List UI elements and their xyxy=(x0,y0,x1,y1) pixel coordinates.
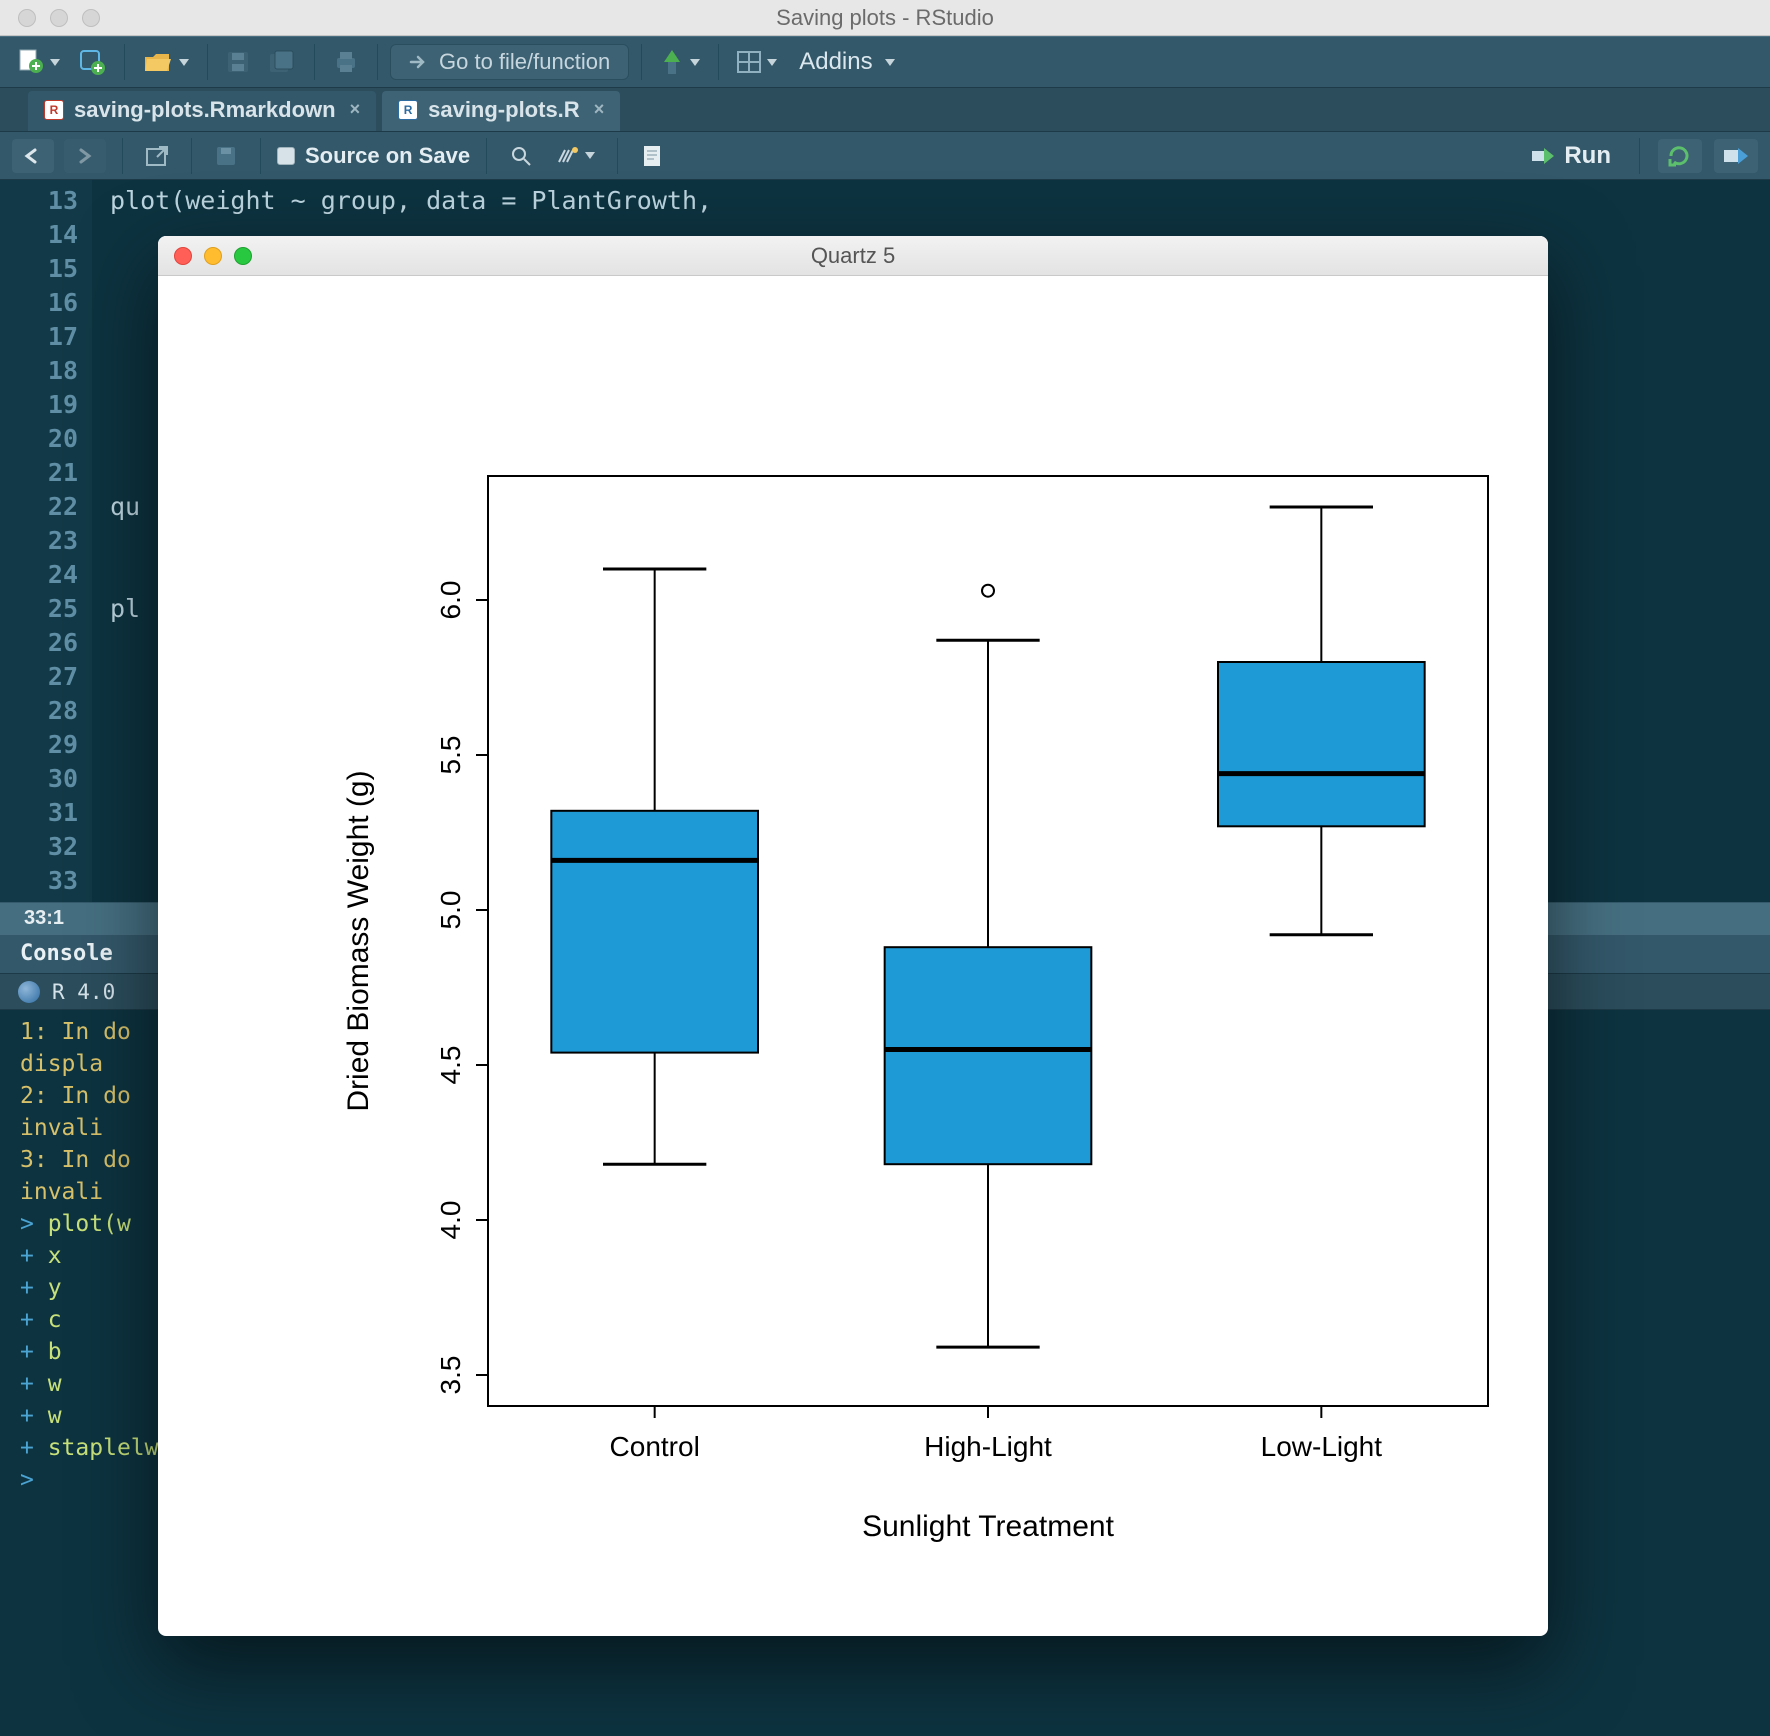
plot-area: 3.5 4.0 4.5 5.0 5.5 6.0 Dried Biomass Weight (… xyxy=(158,276,1548,1636)
quartz-titlebar: Quartz 5 xyxy=(158,236,1548,276)
source-button[interactable] xyxy=(1714,139,1758,173)
goto-placeholder: Go to file/function xyxy=(439,49,610,75)
file-type-icon: R xyxy=(398,100,418,120)
file-tab-label: saving-plots.R xyxy=(428,97,580,123)
rerun-button[interactable] xyxy=(1658,139,1702,173)
svg-text:High-Light: High-Light xyxy=(924,1431,1052,1462)
chevron-down-icon xyxy=(50,59,60,66)
panes-button[interactable] xyxy=(731,44,783,80)
svg-text:4.0: 4.0 xyxy=(435,1201,466,1240)
close-window-button[interactable] xyxy=(18,9,36,27)
file-tab-0[interactable]: R saving-plots.Rmarkdown × xyxy=(28,91,376,131)
run-label: Run xyxy=(1564,142,1611,170)
svg-text:6.0: 6.0 xyxy=(435,581,466,620)
run-arrow-icon xyxy=(1532,146,1554,166)
nav-back-button[interactable] xyxy=(12,139,54,173)
goto-arrow-icon xyxy=(409,53,427,71)
window-title: Saving plots - RStudio xyxy=(0,5,1770,31)
r-logo-icon xyxy=(18,981,40,1003)
save-all-button[interactable] xyxy=(262,44,302,80)
compile-report-button[interactable] xyxy=(634,138,670,174)
chevron-down-icon xyxy=(179,59,189,66)
goto-file-function[interactable]: Go to file/function xyxy=(390,44,629,80)
file-tabs: R saving-plots.Rmarkdown ×R saving-plots… xyxy=(0,88,1770,132)
svg-text:3.5: 3.5 xyxy=(435,1356,466,1395)
file-type-icon: R xyxy=(44,100,64,120)
new-project-button[interactable] xyxy=(72,44,112,80)
print-button[interactable] xyxy=(327,44,365,80)
line-gutter: 1314151617181920212223242526272829303132… xyxy=(0,180,92,902)
svg-text:Sunlight Treatment: Sunlight Treatment xyxy=(862,1510,1114,1543)
close-tab-icon[interactable]: × xyxy=(350,99,361,120)
quartz-window[interactable]: Quartz 5 3.5 4.0 4.5 5.0 5.5 6.0 Dried Biomass… xyxy=(158,236,1548,1636)
svg-text:5.0: 5.0 xyxy=(435,891,466,930)
window-titlebar: Saving plots - RStudio xyxy=(0,0,1770,36)
chevron-down-icon xyxy=(767,59,777,66)
save-file-button[interactable] xyxy=(208,138,244,174)
file-tab-1[interactable]: R saving-plots.R × xyxy=(382,91,620,131)
addins-label: Addins xyxy=(799,48,872,76)
quartz-title: Quartz 5 xyxy=(158,243,1548,269)
checkbox-icon xyxy=(277,147,295,165)
r-version-label: R 4.0 xyxy=(52,976,115,1008)
chevron-down-icon xyxy=(690,59,700,66)
svg-text:Dried Biomass Weight (g): Dried Biomass Weight (g) xyxy=(342,770,375,1111)
find-button[interactable] xyxy=(503,138,539,174)
chevron-down-icon xyxy=(885,59,895,66)
addins-menu[interactable]: Addins xyxy=(789,48,904,76)
zoom-window-button[interactable] xyxy=(82,9,100,27)
run-button[interactable]: Run xyxy=(1522,142,1621,170)
nav-forward-button[interactable] xyxy=(64,139,106,173)
close-tab-icon[interactable]: × xyxy=(594,99,605,120)
svg-text:Control: Control xyxy=(610,1431,700,1462)
main-toolbar: Go to file/function Addins xyxy=(0,36,1770,88)
window-controls xyxy=(18,9,100,27)
code-tools-button[interactable] xyxy=(549,138,601,174)
source-on-save-label: Source on Save xyxy=(305,143,470,169)
save-button[interactable] xyxy=(220,44,256,80)
source-on-save-toggle[interactable]: Source on Save xyxy=(277,143,470,169)
svg-text:5.5: 5.5 xyxy=(435,736,466,775)
file-tab-label: saving-plots.Rmarkdown xyxy=(74,97,336,123)
editor-toolbar: Source on Save Run xyxy=(0,132,1770,180)
svg-text:Low-Light: Low-Light xyxy=(1261,1431,1383,1462)
minimize-window-button[interactable] xyxy=(50,9,68,27)
show-in-new-window-button[interactable] xyxy=(139,138,175,174)
chevron-down-icon xyxy=(585,152,595,159)
svg-text:4.5: 4.5 xyxy=(435,1046,466,1085)
new-file-button[interactable] xyxy=(10,44,66,80)
boxplot-chart: 3.5 4.0 4.5 5.0 5.5 6.0 Dried Biomass Weight (… xyxy=(158,276,1548,1636)
build-button[interactable] xyxy=(654,44,706,80)
open-file-button[interactable] xyxy=(137,44,195,80)
